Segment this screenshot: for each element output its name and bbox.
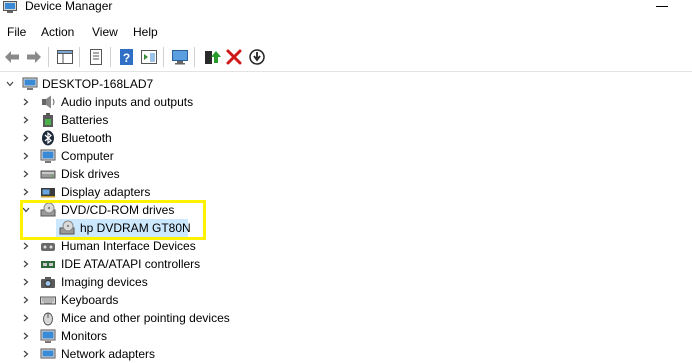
help-icon[interactable]: ?: [117, 47, 137, 67]
tree-item-monitors[interactable]: Monitors: [0, 327, 692, 345]
disk-drive-icon: [40, 170, 56, 179]
mouse-icon: [43, 312, 53, 326]
network-adapter-icon: [40, 348, 56, 359]
tree-item-batteries[interactable]: Batteries: [0, 111, 692, 129]
update-driver-icon[interactable]: [201, 47, 221, 67]
chevron-right-icon[interactable]: [22, 98, 30, 106]
chevron-right-icon[interactable]: [22, 260, 30, 268]
category-label: Monitors: [61, 329, 108, 343]
tree-item-keyboards[interactable]: Keyboards: [0, 291, 692, 309]
chevron-right-icon[interactable]: [22, 296, 30, 304]
display-adapter-icon: [41, 188, 55, 198]
monitor-icon: [40, 149, 56, 163]
uninstall-device-icon[interactable]: [224, 47, 244, 67]
camera-icon: [41, 277, 55, 288]
hid-icon: [41, 243, 55, 251]
monitor-icon: [40, 329, 56, 343]
menu-view[interactable]: View: [92, 25, 118, 39]
tree-item-computer[interactable]: Computer: [0, 147, 692, 165]
menu-bar: File Action View Help: [0, 22, 692, 42]
chevron-right-icon[interactable]: [22, 152, 30, 160]
show-hide-console-tree-icon[interactable]: [55, 47, 75, 67]
toolbar: ?: [0, 43, 692, 72]
category-label: Audio inputs and outputs: [61, 95, 194, 109]
chevron-down-icon[interactable]: [6, 80, 14, 88]
tree-item-network-adapters[interactable]: Network adapters: [0, 345, 692, 363]
tree-root[interactable]: DESKTOP-168LAD7: [0, 75, 692, 93]
ide-controller-icon: [41, 261, 55, 268]
annotation-highlight-box: [20, 200, 206, 240]
tree-item-bluetooth[interactable]: Bluetooth: [0, 129, 692, 147]
root-label: DESKTOP-168LAD7: [42, 77, 154, 91]
computer-icon: [22, 77, 38, 90]
tree-item-display-adapters[interactable]: Display adapters: [0, 183, 692, 201]
speaker-icon: [42, 95, 55, 109]
tree-item-imaging-devices[interactable]: Imaging devices: [0, 273, 692, 291]
category-label: IDE ATA/ATAPI controllers: [61, 257, 201, 271]
chevron-right-icon[interactable]: [22, 314, 30, 322]
chevron-right-icon[interactable]: [22, 350, 30, 358]
category-label: Batteries: [61, 113, 109, 127]
tree-item-ide-controllers[interactable]: IDE ATA/ATAPI controllers: [0, 255, 692, 273]
chevron-right-icon[interactable]: [22, 188, 30, 196]
tree-item-mice[interactable]: Mice and other pointing devices: [0, 309, 692, 327]
chevron-right-icon[interactable]: [22, 170, 30, 178]
bluetooth-icon: [42, 130, 54, 146]
menu-help[interactable]: Help: [133, 25, 158, 39]
chevron-right-icon[interactable]: [22, 332, 30, 340]
category-label: Disk drives: [61, 167, 120, 181]
chevron-right-icon[interactable]: [22, 116, 30, 124]
back-arrow-icon[interactable]: [2, 47, 22, 67]
chevron-right-icon[interactable]: [22, 278, 30, 286]
chevron-right-icon[interactable]: [22, 134, 30, 142]
chevron-right-icon[interactable]: [22, 242, 30, 250]
forward-arrow-icon[interactable]: [24, 47, 44, 67]
keyboard-icon: [40, 296, 56, 305]
device-manager-app-icon: [3, 1, 17, 13]
minimize-button[interactable]: [656, 6, 668, 7]
battery-icon: [43, 113, 53, 127]
menu-action[interactable]: Action: [41, 25, 74, 39]
category-label: Bluetooth: [61, 131, 112, 145]
category-label: Imaging devices: [61, 275, 148, 289]
properties-icon[interactable]: [86, 47, 106, 67]
disable-device-icon[interactable]: [247, 47, 267, 67]
menu-file[interactable]: File: [7, 25, 26, 39]
window-title: Device Manager: [25, 0, 113, 13]
scan-hardware-changes-icon[interactable]: [170, 47, 190, 67]
category-label: Keyboards: [61, 293, 119, 307]
category-label: Computer: [61, 149, 114, 163]
action-pane-icon[interactable]: [139, 47, 159, 67]
tree-item-audio[interactable]: Audio inputs and outputs: [0, 93, 692, 111]
category-label: Network adapters: [61, 347, 156, 361]
svg-text:?: ?: [123, 51, 130, 65]
tree-item-disk-drives[interactable]: Disk drives: [0, 165, 692, 183]
category-label: Human Interface Devices: [61, 239, 196, 253]
category-label: Mice and other pointing devices: [61, 311, 230, 325]
category-label: Display adapters: [61, 185, 151, 199]
title-bar: Device Manager: [0, 0, 692, 20]
